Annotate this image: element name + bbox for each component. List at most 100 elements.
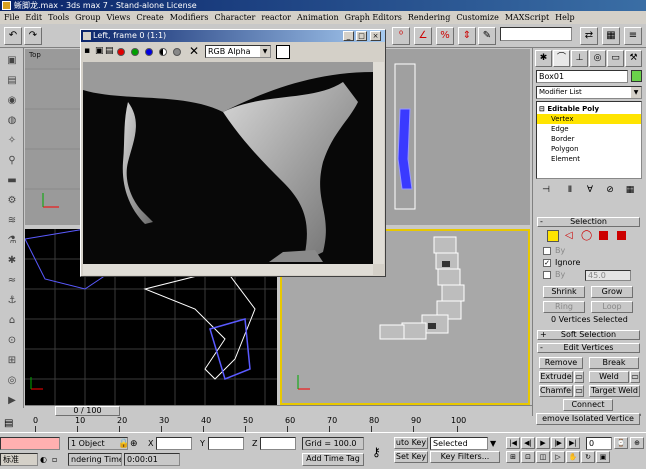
ring-button[interactable]: Ring <box>543 301 585 313</box>
clear-icon[interactable]: ✕ <box>189 44 199 58</box>
close-icon[interactable]: × <box>370 31 381 41</box>
menu-edit[interactable]: Edit <box>25 13 42 22</box>
stack-item-border[interactable]: Border <box>537 134 641 144</box>
break-button[interactable]: Break <box>589 357 639 369</box>
rigid-body-icon[interactable]: ▣ <box>3 52 21 69</box>
by-vertex-checkbox[interactable] <box>543 247 551 255</box>
menu-rendering[interactable]: Rendering <box>408 13 450 22</box>
utilities-tab-icon[interactable]: ⚒ <box>625 50 642 67</box>
undo-icon[interactable]: ↶ <box>4 27 22 45</box>
viewport-top-label[interactable]: Top <box>29 51 41 59</box>
chamfer-button[interactable]: Chamfer <box>539 385 573 397</box>
alpha-channel-icon[interactable] <box>159 48 167 56</box>
transform-type-in-icon[interactable]: ⊕ <box>130 439 138 449</box>
go-to-end-icon[interactable]: ▶| <box>566 437 580 449</box>
zoom-all-icon[interactable]: ⊞ <box>506 451 520 463</box>
frame-vertical-scrollbar[interactable] <box>373 62 384 264</box>
lock-icon[interactable]: 🔒 <box>118 439 129 449</box>
hierarchy-tab-icon[interactable]: ⊥ <box>571 50 588 67</box>
selection-rollout-header[interactable]: - Selection <box>537 217 640 227</box>
remove-modifier-icon[interactable]: ⊘ <box>602 183 618 197</box>
soft-selection-rollout-header[interactable]: + Soft Selection <box>537 330 640 340</box>
zoom-icon[interactable]: ⊕ <box>630 437 644 449</box>
green-channel-icon[interactable] <box>131 48 139 56</box>
zoom-region-icon[interactable]: ◫ <box>536 451 550 463</box>
z-coordinate-field[interactable] <box>260 437 296 450</box>
y-coordinate-field[interactable] <box>208 437 244 450</box>
save-icon[interactable]: ▪ <box>84 46 90 56</box>
target-weld-button[interactable]: Target Weld <box>589 385 640 397</box>
menu-animation[interactable]: Animation <box>297 13 339 22</box>
by-angle-checkbox[interactable] <box>543 271 551 279</box>
shrink-button[interactable]: Shrink <box>543 286 585 298</box>
monochrome-icon[interactable] <box>173 48 181 56</box>
go-to-start-icon[interactable]: |◀ <box>506 437 520 449</box>
key-mode-dropdown[interactable]: Selected <box>430 437 488 450</box>
element-mode-icon[interactable] <box>617 231 626 240</box>
layer-manager-icon[interactable]: ≡ <box>624 27 642 45</box>
motion-tab-icon[interactable]: ◎ <box>589 50 606 67</box>
named-selection-set-dropdown[interactable] <box>500 27 572 41</box>
configure-modifier-sets-icon[interactable]: ▦ <box>622 183 638 197</box>
spinner-snap-icon[interactable]: ⇕ <box>458 27 476 45</box>
modify-tab-icon[interactable]: ⌒ <box>553 50 570 67</box>
add-time-tag-button[interactable]: Add Time Tag <box>302 453 364 466</box>
percent-snap-icon[interactable]: % <box>436 27 454 45</box>
copy-icon[interactable]: ▣ <box>95 46 104 56</box>
rope-icon[interactable]: ◍ <box>3 112 21 129</box>
display-tab-icon[interactable]: ▭ <box>607 50 624 67</box>
menu-views[interactable]: Views <box>106 13 130 22</box>
x-coordinate-field[interactable] <box>156 437 192 450</box>
edge-mode-icon[interactable]: ◁ <box>565 230 573 241</box>
menu-reactor[interactable]: reactor <box>261 13 291 22</box>
constraint-icon[interactable]: ⚓ <box>3 292 21 309</box>
object-name-field[interactable]: Box01 <box>536 70 628 83</box>
maxscript-listener[interactable] <box>0 437 60 450</box>
pin-stack-icon[interactable]: ⊣ <box>538 183 554 197</box>
play-icon[interactable]: ▶ <box>536 437 550 449</box>
chevron-down-icon[interactable]: ▼ <box>490 439 496 448</box>
grow-button[interactable]: Grow <box>591 286 633 298</box>
auto-key-button[interactable]: uto Key <box>394 437 428 449</box>
time-slider[interactable]: 0 / 100 <box>55 406 120 416</box>
set-key-button[interactable]: Set Key <box>394 451 428 463</box>
menu-character[interactable]: Character <box>214 13 255 22</box>
remove-isolated-vertices-label[interactable]: emove Isolated Vertice <box>536 413 640 425</box>
create-tab-icon[interactable]: ✱ <box>535 50 552 67</box>
red-channel-icon[interactable] <box>117 48 125 56</box>
minimize-icon[interactable]: _ <box>343 31 354 41</box>
time-configuration-icon[interactable]: ⌚ <box>614 437 628 449</box>
menu-graph-editors[interactable]: Graph Editors <box>345 13 402 22</box>
previous-frame-icon[interactable]: ◀| <box>521 437 535 449</box>
maximize-viewport-icon[interactable]: ▣ <box>596 451 610 463</box>
channel-dropdown[interactable]: RGB Alpha ▼ <box>205 45 271 58</box>
toy-car-icon[interactable]: ⚗ <box>3 232 21 249</box>
key-filters-button[interactable]: Key Filters... <box>430 451 500 463</box>
rendered-frame-title-bar[interactable]: Left, frame 0 (1:1) _ □ × <box>81 30 385 42</box>
cloth-icon[interactable]: ▤ <box>3 72 21 89</box>
zoom-extents-icon[interactable]: ⊡ <box>521 451 535 463</box>
menu-file[interactable]: File <box>4 13 19 22</box>
pan-icon[interactable]: ✋ <box>566 451 580 463</box>
make-unique-icon[interactable]: ∀ <box>582 183 598 197</box>
chamfer-settings-button[interactable]: ▭ <box>574 385 584 397</box>
taskbar-ime[interactable]: 标准 <box>0 453 38 466</box>
named-selection-icon[interactable]: ✎ <box>478 27 496 45</box>
menu-maxscript[interactable]: MAXScript <box>505 13 549 22</box>
arc-rotate-icon[interactable]: ↻ <box>581 451 595 463</box>
key-icon[interactable]: ⚷ <box>372 445 381 459</box>
ignore-backfacing-checkbox[interactable]: ✓ <box>543 259 551 267</box>
connect-button[interactable]: Connect <box>563 399 613 411</box>
menu-create[interactable]: Create <box>136 13 163 22</box>
hinge-icon[interactable]: ⌂ <box>3 312 21 329</box>
menu-tools[interactable]: Tools <box>48 13 69 22</box>
frame-horizontal-scrollbar[interactable] <box>83 264 373 275</box>
object-color-swatch[interactable] <box>631 70 642 82</box>
spring-icon[interactable]: ✧ <box>3 132 21 149</box>
loop-button[interactable]: Loop <box>591 301 633 313</box>
extrude-button[interactable]: Extrude <box>539 371 573 383</box>
dashpot-icon[interactable]: ⚲ <box>3 152 21 169</box>
fracture-icon[interactable]: ✱ <box>3 252 21 269</box>
weld-button[interactable]: Weld <box>589 371 629 383</box>
track-bar[interactable]: 0 10 20 30 40 50 60 70 80 90 100 <box>25 416 532 432</box>
